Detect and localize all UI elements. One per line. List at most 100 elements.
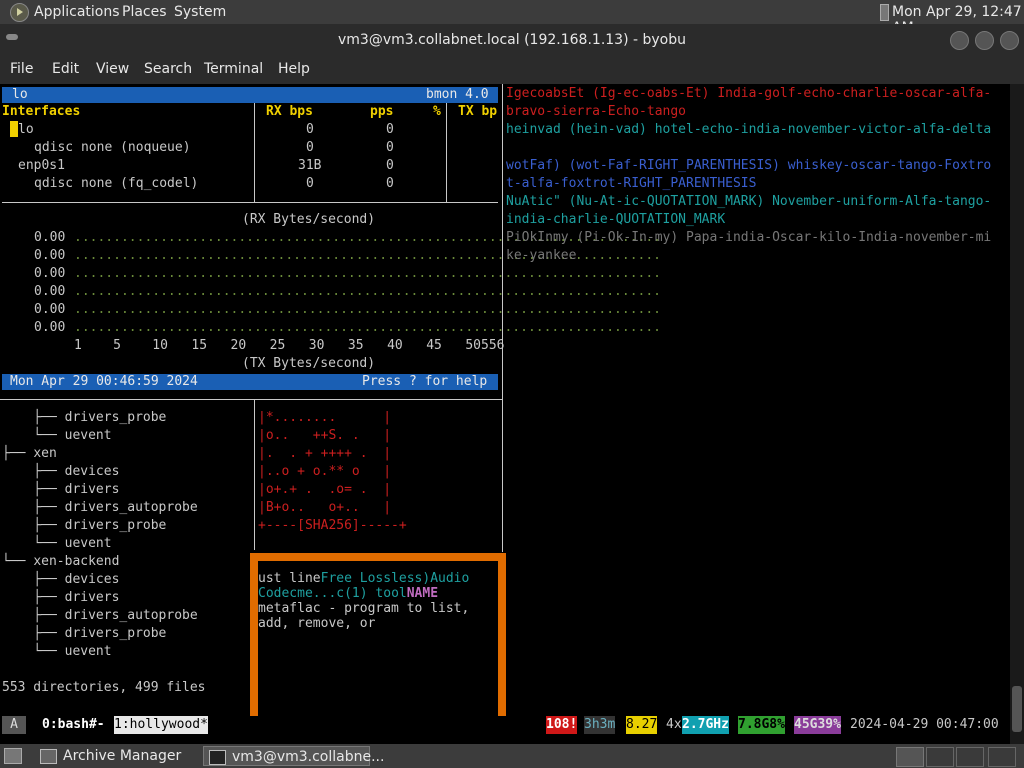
byobu-window-1-active[interactable]: 1:hollywood* bbox=[114, 716, 208, 734]
bmon-y-label: 0.00 bbox=[34, 266, 66, 281]
bmon-iface-pps: 0 bbox=[386, 122, 394, 137]
tree-entry: ├── drivers_autoprobe bbox=[2, 499, 198, 517]
load-badge: 8.27 bbox=[626, 716, 658, 734]
randomart-line: |o+.+ . .o= . | bbox=[258, 482, 392, 497]
panel-applet-icon[interactable] bbox=[880, 4, 889, 21]
maximize-icon[interactable] bbox=[975, 31, 994, 50]
bmon-col-pps: pps bbox=[370, 104, 394, 119]
menu-file[interactable]: File bbox=[10, 61, 33, 77]
bmon-iface-name[interactable]: lo bbox=[18, 121, 34, 139]
man-line: c(1) tool bbox=[336, 586, 407, 601]
bmon-footer-help: Press ? for help bbox=[362, 374, 488, 389]
window-title: vm3@vm3.collabnet.local (192.168.1.13) -… bbox=[337, 32, 686, 48]
bmon-iface-rx: 0 bbox=[306, 176, 314, 191]
cpu-freq-badge: 2.7GHz bbox=[682, 716, 729, 734]
window-titlebar[interactable]: vm3@vm3.collabnet.local (192.168.1.13) -… bbox=[0, 24, 1024, 56]
applications-menu[interactable]: Applications bbox=[34, 4, 120, 20]
tree-entry-name: drivers_probe bbox=[64, 410, 167, 425]
bmon-y-label: 0.00 bbox=[34, 302, 66, 317]
close-icon[interactable] bbox=[1000, 31, 1019, 50]
cpu-count: 4x bbox=[666, 717, 682, 732]
tree-branch: ├── bbox=[2, 518, 65, 533]
bmon-iface-rx: 31B bbox=[298, 158, 322, 173]
archive-manager-icon bbox=[40, 749, 57, 764]
workspace-switcher-icon[interactable] bbox=[896, 747, 924, 767]
tree-entry: └── uevent bbox=[2, 643, 112, 661]
tree-summary: 553 directories, 499 files bbox=[2, 680, 206, 695]
updates-badge: 108! bbox=[546, 716, 578, 734]
tree-entry: ├── drivers_autoprobe bbox=[2, 607, 197, 625]
menu-edit[interactable]: Edit bbox=[52, 61, 79, 77]
tree-entry: ├── drivers bbox=[2, 589, 119, 607]
window-menu-icon[interactable] bbox=[6, 34, 18, 40]
workspace-switcher-icon[interactable] bbox=[988, 747, 1016, 767]
man-line: metaflac - program to bbox=[258, 601, 423, 616]
show-desktop-icon[interactable] bbox=[4, 748, 22, 764]
taskbar-terminal[interactable]: vm3@vm3.collabne... bbox=[203, 746, 384, 766]
byobu-window-0[interactable]: 0:bash#- bbox=[42, 716, 105, 734]
bmon-version: bmon 4.0 bbox=[426, 87, 489, 102]
minimize-icon[interactable] bbox=[950, 31, 969, 50]
hollywood-line: IgecoabsEt (Ig-ec-oabs-Et) India-golf-ec… bbox=[506, 86, 992, 101]
tree-entry-name: xen-backend bbox=[33, 554, 120, 569]
bmon-iface-name[interactable]: qdisc none (fq_codel) bbox=[34, 175, 198, 193]
randomart-line: |*........ | bbox=[258, 410, 392, 425]
top-panel: Applications Places System Mon Apr 29, 1… bbox=[0, 0, 1024, 36]
bmon-y-label: 0.00 bbox=[34, 230, 66, 245]
tree-entry-name: uevent bbox=[64, 428, 112, 443]
randomart-line: |..o + o.** o | bbox=[258, 464, 392, 479]
workspace-switcher-icon[interactable] bbox=[956, 747, 984, 767]
tree-branch: ├── bbox=[2, 482, 65, 497]
places-menu[interactable]: Places bbox=[122, 4, 167, 20]
tree-branch: └── bbox=[2, 644, 65, 659]
bmon-graph-dots: ........................................… bbox=[74, 302, 661, 317]
scrollbar-thumb[interactable] bbox=[1012, 686, 1022, 732]
bmon-iface-name[interactable]: enp0s1 bbox=[18, 157, 65, 175]
status-datetime: 2024-04-29 00:47:00 bbox=[850, 717, 999, 732]
tree-entry: └── uevent bbox=[2, 427, 112, 445]
hollywood-line: t-alfa-foxtrot-RIGHT_PARENTHESIS bbox=[506, 176, 757, 191]
menu-search[interactable]: Search bbox=[144, 61, 192, 77]
workspace-switcher-icon[interactable] bbox=[926, 747, 954, 767]
man-line: NAME bbox=[406, 586, 439, 601]
menu-terminal[interactable]: Terminal bbox=[204, 61, 263, 77]
bmon-iface-name[interactable]: qdisc none (noqueue) bbox=[34, 139, 191, 157]
randomart-line: +----[SHA256]-----+ bbox=[258, 518, 407, 533]
man-page-popup[interactable]: ust lineFree Lossless)Audio Codecme...c(… bbox=[250, 553, 506, 716]
uptime-badge: 3h3m bbox=[584, 716, 616, 734]
tree-entry-name: uevent bbox=[64, 644, 112, 659]
tree-entry: ├── devices bbox=[2, 571, 119, 589]
menu-help[interactable]: Help bbox=[278, 61, 310, 77]
pane-border bbox=[254, 400, 255, 550]
tree-entry: ├── xen bbox=[2, 445, 57, 463]
hollywood-line: india-charlie-QUOTATION_MARK bbox=[506, 212, 726, 227]
bmon-graph-title-tx: (TX Bytes/second) bbox=[242, 356, 376, 371]
tree-branch: ├── bbox=[2, 500, 65, 515]
system-menu[interactable]: System bbox=[174, 4, 226, 20]
bmon-iface-pps: 0 bbox=[386, 158, 394, 173]
tree-entry-name: drivers_autoprobe bbox=[64, 500, 198, 515]
hollywood-line: bravo-sierra-Echo-tango bbox=[506, 104, 687, 119]
tree-entry: ├── drivers_probe bbox=[2, 409, 166, 427]
bmon-col-pct: % bbox=[433, 104, 441, 119]
randomart-line: |. . + ++++ . | bbox=[258, 446, 392, 461]
tree-entry: └── uevent bbox=[2, 535, 111, 553]
cursor-block bbox=[10, 121, 18, 137]
terminal-scrollbar[interactable] bbox=[1010, 84, 1024, 744]
bmon-y-label: 0.00 bbox=[34, 248, 66, 263]
bmon-separator bbox=[2, 202, 498, 203]
tree-entry: ├── devices bbox=[2, 463, 119, 481]
bmon-graph-dots: ........................................… bbox=[74, 266, 661, 281]
bmon-x-labels: 1 5 10 15 20 25 30 35 40 45 50556 bbox=[74, 338, 505, 353]
tree-branch: ├── bbox=[2, 410, 65, 425]
disk-badge: 45G39% bbox=[794, 716, 841, 734]
byobu-logo: A bbox=[2, 716, 26, 734]
tree-branch: ├── bbox=[2, 572, 65, 587]
bmon-iface-pps: 0 bbox=[386, 176, 394, 191]
bmon-iface-rx: 0 bbox=[306, 122, 314, 137]
menu-view[interactable]: View bbox=[96, 61, 129, 77]
taskbar-archive-manager[interactable]: Archive Manager bbox=[38, 746, 198, 766]
bmon-col-tx: TX bp bbox=[458, 104, 498, 119]
tree-branch: └── bbox=[2, 428, 65, 443]
distro-logo-icon[interactable] bbox=[10, 3, 29, 22]
